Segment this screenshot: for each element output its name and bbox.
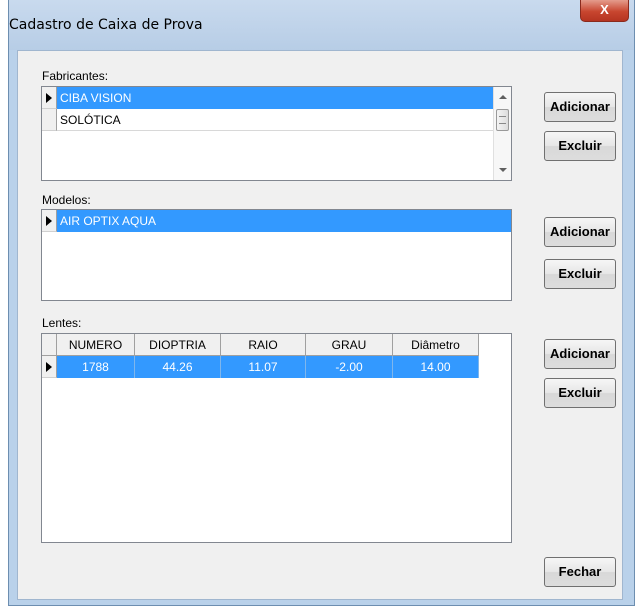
cell-dioptria[interactable]: 44.26 — [135, 356, 221, 378]
list-item[interactable]: AIR OPTIX AQUA — [42, 210, 511, 232]
column-header-dioptria[interactable]: DIOPTRIA — [135, 334, 221, 356]
scroll-up-icon[interactable] — [499, 95, 507, 99]
list-item-label: CIBA VISION — [60, 91, 132, 105]
close-dialog-button[interactable]: Fechar — [544, 557, 616, 587]
row-indicator — [42, 210, 57, 232]
list-item-label: AIR OPTIX AQUA — [60, 214, 157, 228]
current-row-arrow-icon — [46, 362, 52, 372]
remove-modelo-button[interactable]: Excluir — [544, 259, 616, 289]
list-item[interactable]: SOLÓTICA — [42, 109, 495, 131]
current-row-arrow-icon — [46, 216, 52, 226]
add-lente-button[interactable]: Adicionar — [544, 339, 616, 369]
scrollbar-thumb[interactable] — [496, 109, 509, 131]
fabricantes-list[interactable]: CIBA VISION SOLÓTICA — [41, 86, 512, 181]
cell-diametro[interactable]: 14.00 — [393, 356, 479, 378]
close-window-button[interactable]: X — [580, 0, 629, 22]
cell-raio[interactable]: 11.07 — [221, 356, 306, 378]
row-indicator — [42, 356, 57, 378]
fabricantes-label: Fabricantes: — [42, 69, 109, 83]
dialog-window: Cadastro de Caixa de Prova X Fabricantes… — [8, 0, 635, 606]
modelos-label: Modelos: — [42, 193, 91, 207]
lentes-grid[interactable]: NUMERO DIOPTRIA RAIO GRAU Diâmetro 1788 … — [41, 333, 512, 543]
scroll-down-icon[interactable] — [499, 168, 507, 172]
dialog-client-area: Fabricantes: CIBA VISION SOLÓTICA Adicio… — [17, 50, 623, 600]
cell-grau[interactable]: -2.00 — [306, 356, 393, 378]
column-header-grau[interactable]: GRAU — [306, 334, 393, 356]
row-indicator — [42, 109, 57, 131]
cell-numero[interactable]: 1788 — [57, 356, 135, 378]
remove-lente-button[interactable]: Excluir — [544, 378, 616, 408]
title-bar[interactable]: Cadastro de Caixa de Prova X — [9, 0, 634, 50]
lentes-label: Lentes: — [42, 316, 82, 330]
window-title: Cadastro de Caixa de Prova — [9, 17, 203, 33]
add-modelo-button[interactable]: Adicionar — [544, 217, 616, 247]
list-item[interactable]: CIBA VISION — [42, 87, 495, 109]
grid-corner — [42, 334, 57, 356]
list-item-label: SOLÓTICA — [60, 113, 121, 127]
column-header-diametro[interactable]: Diâmetro — [393, 334, 479, 356]
column-header-numero[interactable]: NUMERO — [57, 334, 135, 356]
vertical-scrollbar[interactable] — [493, 87, 511, 180]
add-fabricante-button[interactable]: Adicionar — [544, 92, 616, 122]
column-header-raio[interactable]: RAIO — [221, 334, 306, 356]
modelos-list[interactable]: AIR OPTIX AQUA — [41, 209, 512, 301]
row-indicator — [42, 87, 57, 109]
close-icon: X — [600, 2, 609, 17]
current-row-arrow-icon — [46, 93, 52, 103]
remove-fabricante-button[interactable]: Excluir — [544, 131, 616, 161]
